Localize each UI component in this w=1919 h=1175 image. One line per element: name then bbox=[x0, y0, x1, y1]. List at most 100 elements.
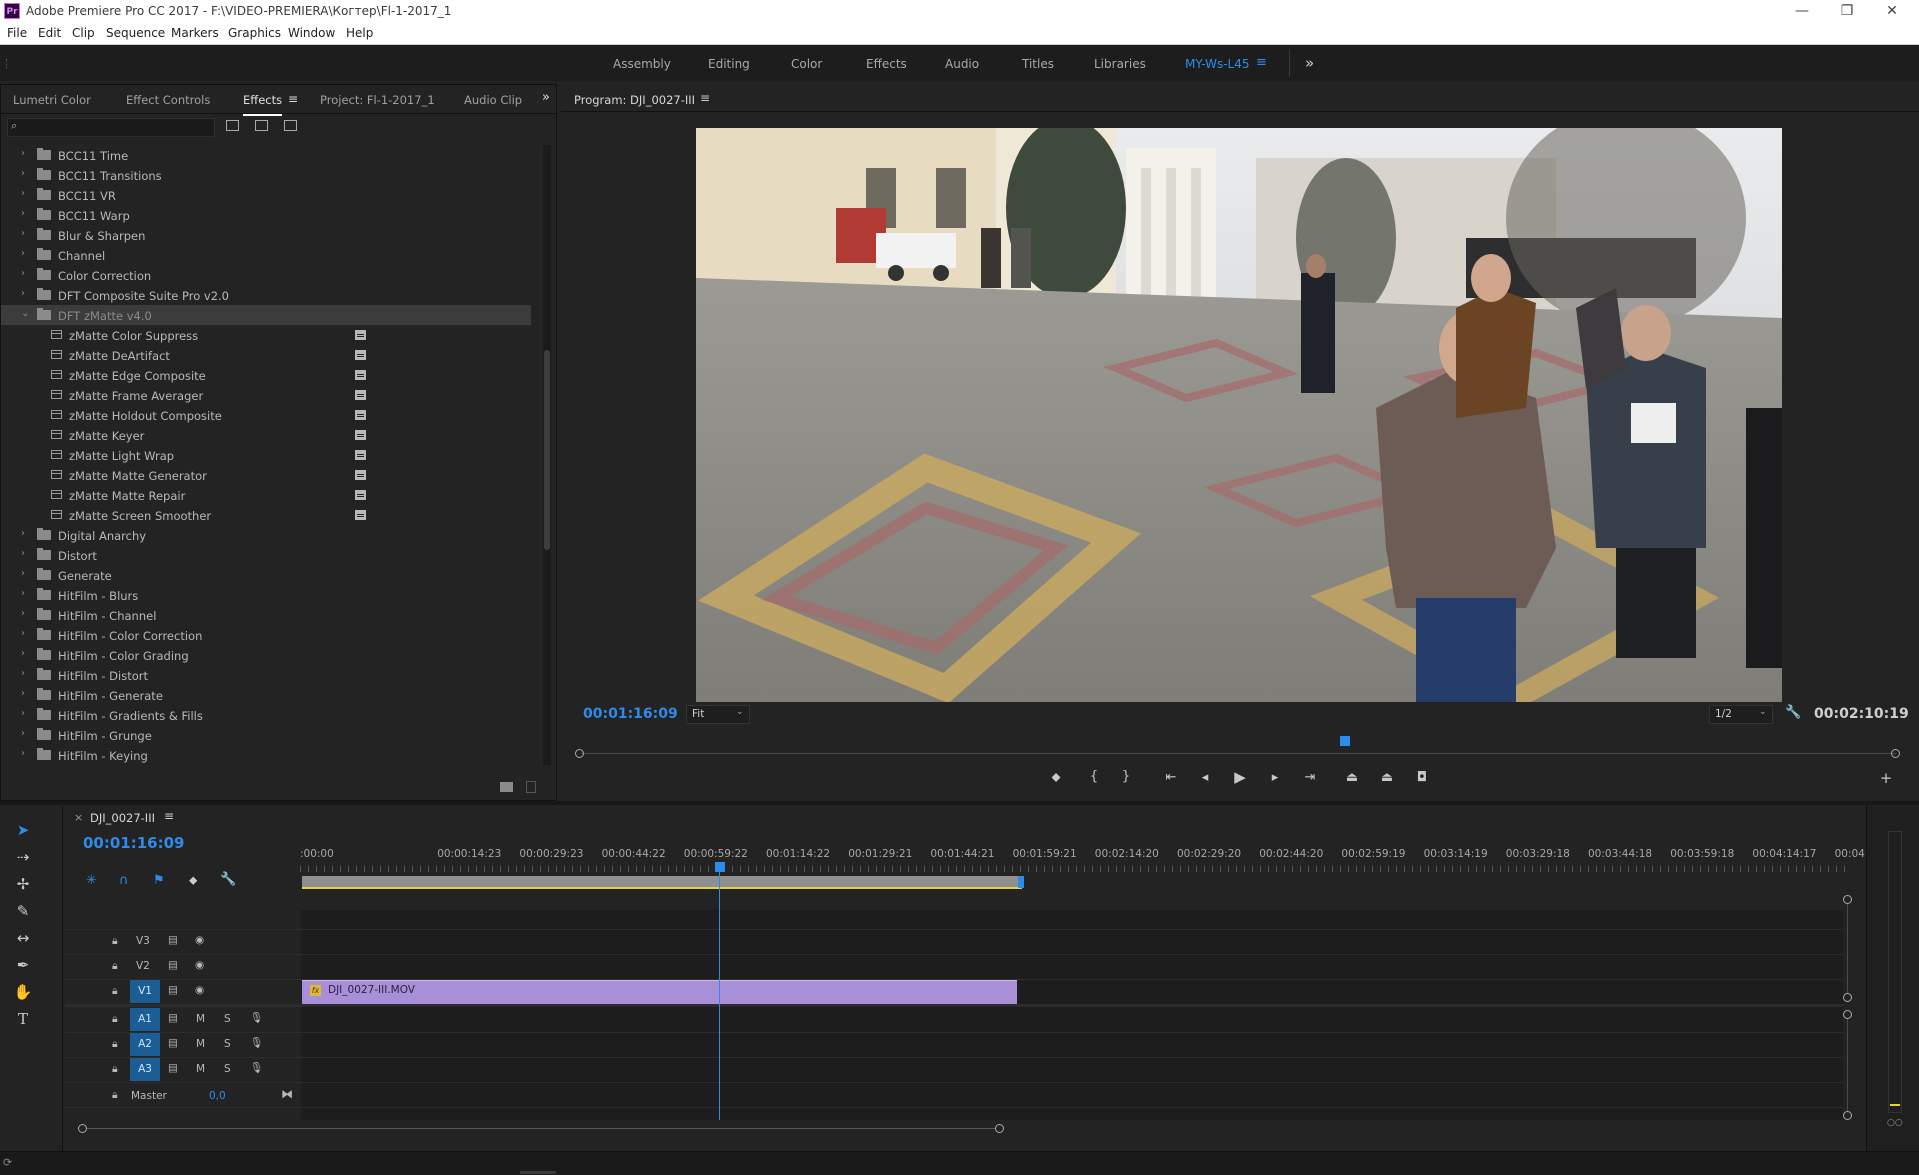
scroll-handle[interactable] bbox=[1843, 895, 1852, 904]
menu-sequence[interactable]: Sequence bbox=[106, 26, 165, 40]
zoom-select[interactable]: Fit ⌄ bbox=[686, 705, 750, 724]
button-editor-icon[interactable]: + bbox=[1878, 769, 1894, 787]
effect-item[interactable]: zMatte Screen Smoother bbox=[1, 505, 531, 525]
effect-folder[interactable]: › HitFilm - Generate bbox=[1, 685, 531, 705]
tab-effect-controls[interactable]: Effect Controls bbox=[126, 93, 210, 107]
sync-lock-icon[interactable]: ▤ bbox=[168, 1012, 178, 1024]
effect-folder[interactable]: › HitFilm - Distort bbox=[1, 665, 531, 685]
eye-icon[interactable]: ◉ bbox=[195, 984, 204, 996]
mark-out-icon[interactable]: } bbox=[1118, 769, 1134, 784]
effect-item[interactable]: zMatte Frame Averager bbox=[1, 385, 531, 405]
effect-folder[interactable]: › DFT Composite Suite Pro v2.0 bbox=[1, 285, 531, 305]
linked-selection-icon[interactable]: ⚑ bbox=[153, 873, 165, 888]
chevron-right-icon[interactable]: › bbox=[21, 188, 25, 199]
workspace-titles[interactable]: Titles bbox=[1022, 57, 1054, 71]
master-volume-value[interactable]: 0,0 bbox=[209, 1090, 226, 1102]
workspace-overflow-button[interactable]: » bbox=[1305, 54, 1314, 72]
zoom-scrollbar[interactable] bbox=[87, 1128, 995, 1129]
monitor-current-timecode[interactable]: 00:01:16:09 bbox=[583, 706, 678, 722]
lock-icon[interactable]: 🔒︎ bbox=[112, 960, 118, 973]
effect-folder[interactable]: › BCC11 Transitions bbox=[1, 165, 531, 185]
program-monitor-title[interactable]: Program: DJI_0027-III bbox=[574, 93, 695, 107]
timeline-timecode[interactable]: 00:01:16:09 bbox=[83, 834, 185, 852]
nest-toggle-icon[interactable]: ✳ bbox=[86, 873, 97, 888]
workspace-effects[interactable]: Effects bbox=[866, 57, 907, 71]
yuv-effects-icon[interactable] bbox=[284, 120, 297, 131]
selection-tool-icon[interactable]: ➤ bbox=[11, 821, 35, 839]
eye-icon[interactable]: ◉ bbox=[195, 934, 204, 946]
timeline-settings-icon[interactable]: 🔧 bbox=[220, 872, 236, 887]
wrench-icon[interactable]: 🔧 bbox=[1785, 705, 1801, 720]
effect-folder[interactable]: › BCC11 Warp bbox=[1, 205, 531, 225]
delete-icon[interactable] bbox=[526, 781, 536, 793]
solo-meter-icon[interactable]: ○○ bbox=[1887, 1118, 1903, 1128]
add-marker-icon[interactable]: ⬥ bbox=[189, 873, 197, 888]
32bit-effects-icon[interactable] bbox=[255, 120, 268, 131]
master-expand-icon[interactable]: ⧓ bbox=[281, 1087, 293, 1101]
lock-icon[interactable]: 🔒︎ bbox=[112, 1013, 118, 1026]
effect-item[interactable]: zMatte Edge Composite bbox=[1, 365, 531, 385]
lock-icon[interactable]: 🔒︎ bbox=[112, 935, 118, 948]
tab-effects[interactable]: Effects bbox=[243, 93, 283, 116]
lock-icon[interactable]: 🔒︎ bbox=[112, 985, 118, 998]
chevron-right-icon[interactable]: › bbox=[21, 288, 25, 299]
scrollbar-thumb[interactable] bbox=[544, 350, 550, 550]
add-marker-icon[interactable]: ⬥ bbox=[1048, 770, 1064, 785]
step-back-icon[interactable]: ◂ bbox=[1196, 770, 1214, 785]
effect-folder[interactable]: › HitFilm - Blurs bbox=[1, 585, 531, 605]
minimize-button[interactable]: — bbox=[1780, 0, 1824, 22]
sync-lock-icon[interactable]: ▤ bbox=[168, 984, 178, 996]
slip-tool-icon[interactable]: ↔ bbox=[11, 929, 35, 947]
chevron-right-icon[interactable]: › bbox=[21, 168, 25, 179]
effect-folder[interactable]: › HitFilm - Channel bbox=[1, 605, 531, 625]
effect-folder[interactable]: › HitFilm - Keying bbox=[1, 745, 531, 765]
chevron-right-icon[interactable]: › bbox=[21, 148, 25, 159]
effect-item[interactable]: zMatte Matte Generator bbox=[1, 465, 531, 485]
lock-icon[interactable]: 🔒︎ bbox=[112, 1063, 118, 1076]
out-range-handle[interactable] bbox=[1891, 749, 1900, 758]
monitor-time-ruler[interactable] bbox=[575, 735, 1900, 759]
chevron-down-icon[interactable]: ⌄ bbox=[21, 308, 29, 319]
effect-folder[interactable]: › Digital Anarchy bbox=[1, 525, 531, 545]
chevron-right-icon[interactable]: › bbox=[21, 568, 25, 579]
effect-folder[interactable]: › HitFilm - Color Grading bbox=[1, 645, 531, 665]
chevron-right-icon[interactable]: › bbox=[21, 708, 25, 719]
export-frame-icon[interactable]: ◘ bbox=[1413, 770, 1431, 785]
sync-lock-icon[interactable]: ▤ bbox=[168, 1062, 178, 1074]
sync-lock-icon[interactable]: ▤ bbox=[168, 934, 178, 946]
new-bin-icon[interactable] bbox=[500, 782, 513, 792]
go-to-out-icon[interactable]: ⇥ bbox=[1301, 770, 1319, 785]
type-tool-icon[interactable]: T bbox=[11, 1010, 35, 1028]
chevron-right-icon[interactable]: › bbox=[21, 208, 25, 219]
snap-icon[interactable]: ∩ bbox=[119, 873, 129, 888]
timeline-menu-icon[interactable]: ≡ bbox=[164, 809, 174, 823]
solo-button[interactable]: S bbox=[224, 1063, 231, 1075]
timeline-playhead-head[interactable] bbox=[715, 862, 725, 872]
chevron-right-icon[interactable]: › bbox=[21, 648, 25, 659]
hand-tool-icon[interactable]: ✋ bbox=[11, 983, 35, 1001]
close-sequence-icon[interactable]: × bbox=[74, 811, 83, 824]
accelerated-effects-icon[interactable] bbox=[226, 120, 239, 131]
sync-lock-icon[interactable]: ▤ bbox=[168, 959, 178, 971]
track-label-v1[interactable]: V1 bbox=[130, 980, 160, 1003]
chevron-right-icon[interactable]: › bbox=[21, 688, 25, 699]
ripple-edit-tool-icon[interactable]: ✢ bbox=[11, 875, 35, 893]
solo-button[interactable]: S bbox=[224, 1013, 231, 1025]
effect-item[interactable]: zMatte Matte Repair bbox=[1, 485, 531, 505]
monitor-playhead[interactable] bbox=[1340, 736, 1350, 746]
workspace-my-ws-l45[interactable]: MY-Ws-L45 bbox=[1185, 57, 1250, 71]
tab-project[interactable]: Project: Fl-1-2017_1 bbox=[320, 93, 435, 107]
menu-markers[interactable]: Markers bbox=[171, 26, 219, 40]
chevron-right-icon[interactable]: › bbox=[21, 728, 25, 739]
restore-button[interactable]: ❐ bbox=[1825, 0, 1869, 22]
chevron-right-icon[interactable]: › bbox=[21, 668, 25, 679]
effect-item[interactable]: zMatte Holdout Composite bbox=[1, 405, 531, 425]
scroll-handle[interactable] bbox=[1843, 1111, 1852, 1120]
panel-menu-icon[interactable]: ≡ bbox=[288, 92, 298, 106]
mute-button[interactable]: M bbox=[196, 1063, 205, 1075]
effect-item[interactable]: zMatte Light Wrap bbox=[1, 445, 531, 465]
track-label-a1[interactable]: A1 bbox=[130, 1008, 160, 1031]
track-label-a3[interactable]: A3 bbox=[130, 1058, 160, 1081]
tab-audio-clip[interactable]: Audio Clip bbox=[464, 93, 522, 107]
menu-clip[interactable]: Clip bbox=[72, 26, 95, 40]
